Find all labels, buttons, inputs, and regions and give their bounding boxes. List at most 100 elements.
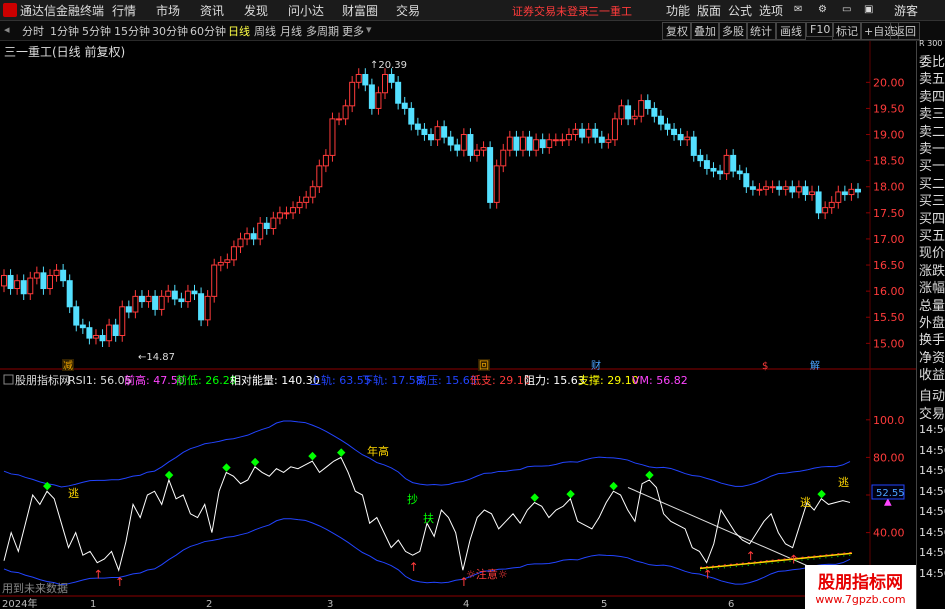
more-dropdown-icon[interactable]: ▾ [366,23,372,36]
message-icon[interactable]: ✉ [794,4,802,15]
tf-5min[interactable]: 5分钟 [82,23,111,39]
panel-auto[interactable]: 自动 [919,385,945,404]
adjust-button[interactable]: 复权 [662,22,692,40]
tf-more[interactable]: 更多 [342,23,364,39]
panel-item-7[interactable]: 买二 [919,173,945,192]
panel-item-6[interactable]: 买一 [919,155,945,174]
marker-return[interactable]: 回 [479,360,489,372]
panel-item-3[interactable]: 卖三 [919,103,945,122]
candle-down [690,136,697,156]
sell-diamond-icon: ◆ [566,487,575,500]
panel-item-9[interactable]: 买四 [919,208,945,227]
panel-item-16[interactable]: 换手 [919,329,945,348]
settings-icon[interactable]: ⚙ [818,4,827,15]
candle-down [178,298,185,303]
candle-down [651,107,658,117]
f10-button[interactable]: F10 [806,22,835,37]
overlay-button[interactable]: 叠加 [690,22,720,40]
tf-tick[interactable]: 分时 [22,23,44,39]
panel-item-5[interactable]: 卖一 [919,138,945,157]
menu-market[interactable]: 行情 [112,2,136,19]
tf-60min[interactable]: 60分钟 [190,23,226,39]
candle-down [171,290,178,300]
marker-dividend[interactable]: $ [762,361,768,372]
menu-quotes[interactable]: 市场 [156,2,180,19]
user-icon[interactable]: ▣ [864,4,873,15]
tf-monthly[interactable]: 月线 [280,23,302,39]
multi-stock-button[interactable]: 多股 [718,22,748,40]
guest-label[interactable]: 游客 [894,2,918,19]
candle-down [644,100,651,109]
panel-item-10[interactable]: 买五 [919,225,945,244]
candle-up [1,274,7,287]
buy-arrow-icon: ↑ [789,553,799,567]
menu-options[interactable]: 选项 [759,2,783,19]
candle-down [441,126,448,138]
menu-layout[interactable]: 版面 [697,2,721,19]
login-warning[interactable]: 证券交易未登录 [512,3,589,19]
panel-item-17[interactable]: 净资 [919,347,945,366]
candle-up [605,139,612,143]
panel-item-14[interactable]: 总量 [919,295,945,314]
marker-finance[interactable]: 财 [591,359,601,372]
mark-button[interactable]: 标记 [832,22,862,40]
panel-item-11[interactable]: 现价 [919,242,945,261]
menu-discover[interactable]: 发现 [244,2,268,19]
panel-trade[interactable]: 交易 [919,403,945,422]
year-high-label: 年高 [367,444,389,458]
candle-down [152,295,159,310]
stats-button[interactable]: 统计 [746,22,776,40]
panel-item-15[interactable]: 外盘 [919,312,945,331]
candle-up [244,233,251,240]
menu-news[interactable]: 资讯 [200,2,224,19]
candle-down [697,154,704,162]
minimize-icon[interactable]: ▭ [842,4,851,15]
candle-up [756,188,763,191]
menu-trade[interactable]: 交易 [396,2,420,19]
tf-multi[interactable]: 多周期 [306,23,339,39]
collapse-icon[interactable]: ◂ [4,23,10,36]
chart-area[interactable]: 三一重工(日线 前复权) 20.00 19.50 19.00 18.50 18.00 17… [0,41,916,609]
trade-time-3: 14:56 [919,484,945,498]
panel-item-0[interactable]: 委比 [919,51,945,70]
candle-up [224,259,231,263]
candle-down [841,191,848,196]
rsi-indicator-plot: ◆↑↑◆◆ ◆ ◆ ◆↑↑◆ ◆◆◆↑↑ ↑◆▲ [3,420,892,589]
indicator-toggle-icon[interactable] [3,374,14,385]
menu-function[interactable]: 功能 [666,2,690,19]
draw-line-button[interactable]: 画线 [776,22,806,40]
tf-weekly[interactable]: 周线 [254,23,276,39]
tf-1min[interactable]: 1分钟 [50,23,79,39]
trade-time-6: 14:56 [919,546,945,559]
candle-up [230,246,237,261]
panel-item-1[interactable]: 卖五 [919,68,945,87]
tf-daily[interactable]: 日线 [228,23,250,39]
candle-up [822,207,829,214]
menu-formula[interactable]: 公式 [728,2,752,19]
candle-up [33,272,40,279]
candle-up [546,139,553,149]
panel-item-13[interactable]: 涨幅 [919,277,945,296]
candle-up [795,186,802,193]
marker-unlock[interactable]: 解 [810,359,820,372]
menu-wealth[interactable]: 财富圈 [342,2,378,19]
panel-item-4[interactable]: 卖二 [919,121,945,140]
indicator-name[interactable]: 股朋指标网 [15,373,70,387]
panel-item-12[interactable]: 涨跌 [919,260,945,279]
menu-ask[interactable]: 问小达 [288,2,324,19]
panel-item-18[interactable]: 收益 [919,364,945,383]
panel-item-8[interactable]: 买三 [919,190,945,209]
trade-time-2: 14:56 [919,464,945,477]
trade-time-1: 14:56 [919,443,945,457]
back-button[interactable]: 返回 [890,22,920,40]
candle-down [40,272,47,290]
marker-reduce[interactable]: 减 [63,360,73,372]
candle-up [27,277,34,295]
date-label-jan: 1 [90,599,96,609]
indicator-tick-label: 80.00 [873,451,905,464]
candle-down [579,128,586,138]
candle-down [198,293,205,321]
tf-15min[interactable]: 15分钟 [114,23,150,39]
tf-30min[interactable]: 30分钟 [152,23,188,39]
panel-item-2[interactable]: 卖四 [919,86,945,105]
